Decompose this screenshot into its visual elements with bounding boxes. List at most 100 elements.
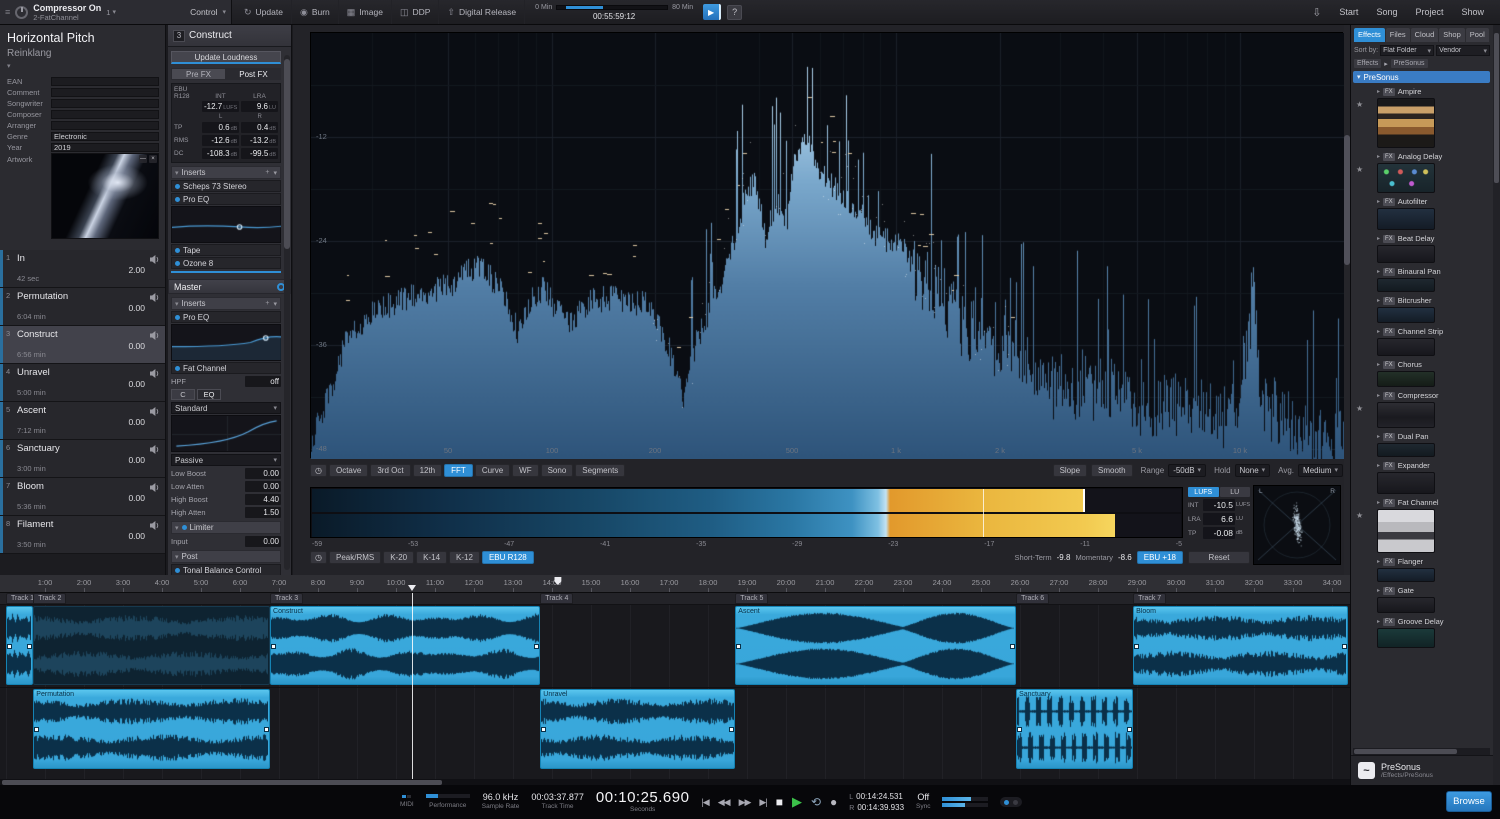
dropdown-none[interactable]: None ▾ [1234,463,1271,477]
spectrum-display[interactable]: -12 -24 -36 -48 50 100 200 500 1 k 2 k 5 k 10 k [310,32,1344,459]
view-button-curve[interactable]: Curve [474,463,511,477]
track-row[interactable]: 8 Filament 3:50 min 0.00 [0,516,165,554]
power-icon[interactable] [175,314,180,320]
follow-playhead-button[interactable]: ▶ [703,4,722,20]
clip-ghost[interactable] [33,606,271,685]
stop-button[interactable]: ■ [776,795,783,809]
post-header[interactable]: ▾ Post [171,550,281,563]
speaker-icon[interactable] [149,330,160,341]
param-value[interactable]: 0.00 [245,468,281,479]
sync-indicator[interactable]: Off Sync [916,793,930,811]
clip-handle[interactable] [534,643,540,649]
audio-clip[interactable]: Sanctuary [1016,689,1134,769]
fx-thumbnail[interactable] [1377,371,1435,387]
export-icon[interactable]: ⇩ [1312,6,1321,19]
fx-item-fat-channel[interactable]: ★ ▸ FX Fat Channel [1351,497,1500,553]
device-index[interactable]: 1 ▾ [106,8,116,17]
clip-handle[interactable] [264,727,270,732]
track-gain-value[interactable]: 2.00 [128,265,145,275]
meta-field-input[interactable]: Electronic [51,132,159,141]
clip-handle[interactable] [541,727,547,732]
eq-style-dropdown[interactable]: Passive ▾ [171,454,281,466]
fx-item-analog-delay[interactable]: ★ ▸ FX Analog Delay [1351,151,1500,193]
power-icon[interactable] [175,183,180,189]
clip-handle[interactable] [736,643,742,649]
fx-thumbnail[interactable] [1377,628,1435,648]
view-button-sono[interactable]: Sono [540,463,574,477]
clip-handle[interactable] [1341,643,1347,649]
fx-item-header[interactable]: ▸ FX Binaural Pan [1377,266,1500,277]
fx-thumbnail[interactable] [1377,402,1435,428]
meta-field-input[interactable] [51,88,159,97]
fx-item-binaural-pan[interactable]: ▸ FX Binaural Pan [1351,266,1500,292]
page-button-song[interactable]: Song [1376,7,1397,17]
ebu-range-chip[interactable]: EBU +18 [1136,551,1183,564]
browse-button[interactable]: Browse [1446,791,1492,812]
clip-handle[interactable] [26,643,32,649]
fx-thumbnail[interactable] [1377,472,1435,494]
inserts-header[interactable]: ▾ Inserts + ▾ [171,166,281,179]
track-row[interactable]: 5 Ascent 7:12 min 0.00 [0,402,165,440]
fx-thumbnail[interactable] [1377,568,1435,582]
view-button-12th[interactable]: 12th [412,463,443,477]
fx-thumbnail[interactable] [1377,245,1435,263]
param-value[interactable]: 0.00 [245,536,281,547]
audio-clip[interactable]: Ascent [735,606,1017,685]
power-icon[interactable] [175,260,180,266]
insert-slot[interactable]: Pro EQ [171,311,281,323]
unit-tab-lu[interactable]: LU [1219,487,1250,497]
help-button[interactable]: ? [727,4,743,20]
action-ddp[interactable]: ◫ DDP [392,0,440,24]
audio-clip[interactable]: Unravel [540,689,736,769]
power-icon[interactable] [175,247,180,253]
close-icon[interactable]: × [149,155,157,163]
fx-thumbnail[interactable] [1377,443,1435,457]
fx-item-compressor[interactable]: ★ ▸ FX Compressor [1351,390,1500,428]
mode-ebu-r128[interactable]: EBU R128 [481,551,534,564]
forward-button[interactable]: ▶▶ [739,797,752,808]
speaker-icon[interactable] [149,482,160,493]
track-gain-value[interactable]: 0.00 [128,379,145,389]
meta-field-input[interactable] [51,110,159,119]
track-gain-value[interactable]: 0.00 [128,341,145,351]
fat-channel-curve-display[interactable] [171,415,281,452]
speaker-icon[interactable] [149,292,160,303]
fx-item-bitcrusher[interactable]: ▸ FX Bitcrusher [1351,295,1500,323]
clip-tab[interactable]: Track 3 [270,593,304,604]
browser-scrollbar[interactable] [1493,25,1500,785]
star-icon[interactable]: ★ [1356,100,1363,109]
go-to-end-button[interactable]: ▶| [759,797,767,808]
chevron-down-icon[interactable]: ▾ [273,300,277,308]
loop-range-readout[interactable]: L 00:14:24.531 R 00:14:39.933 [849,792,904,813]
view-button-fft[interactable]: FFT [444,463,473,477]
eq-mini-display[interactable] [171,206,281,243]
param-value[interactable]: 4.40 [245,494,281,505]
audio-clip[interactable] [6,606,33,685]
speaker-icon[interactable] [149,254,160,265]
performance-meter[interactable]: Performance [425,794,470,810]
track-row[interactable]: 4 Unravel 5:00 min 0.00 [0,364,165,402]
clip-handle[interactable] [1010,643,1016,649]
go-to-start-button[interactable]: |◀ [701,797,709,808]
browser-tab-pool[interactable]: Pool [1465,28,1489,42]
toggle-slope[interactable]: Slope [1052,463,1088,477]
action-image[interactable]: ▦ Image [339,0,392,24]
browser-tab-cloud[interactable]: Cloud [1410,28,1439,42]
clip-handle[interactable] [1127,727,1133,732]
browser-tab-files[interactable]: Files [1385,28,1410,42]
meta-field-input[interactable] [51,121,159,130]
meta-field-input[interactable] [51,77,159,86]
fx-item-header[interactable]: ▸ FX Bitcrusher [1377,295,1500,306]
timeline-ruler[interactable]: 1:00 2:00 3:00 4:00 5:00 6:00 7:00 8:00 9:00 10:0… [0,575,1350,593]
fx-item-expander[interactable]: ▸ FX Expander [1351,460,1500,494]
view-button-3rd-oct[interactable]: 3rd Oct [370,463,411,477]
clip-handle[interactable] [271,643,277,649]
fx-item-channel-strip[interactable]: ▸ FX Channel Strip [1351,326,1500,356]
master-section-header[interactable]: Master [168,279,291,294]
breadcrumb-item-effects[interactable]: Effects [1354,59,1382,68]
record-button[interactable]: ● [830,795,837,809]
monitor-toggle[interactable] [1000,797,1023,807]
fx-item-beat-delay[interactable]: ▸ FX Beat Delay [1351,233,1500,263]
tab-post-fx[interactable]: Post FX [226,68,281,80]
star-icon[interactable]: ★ [1356,165,1363,174]
